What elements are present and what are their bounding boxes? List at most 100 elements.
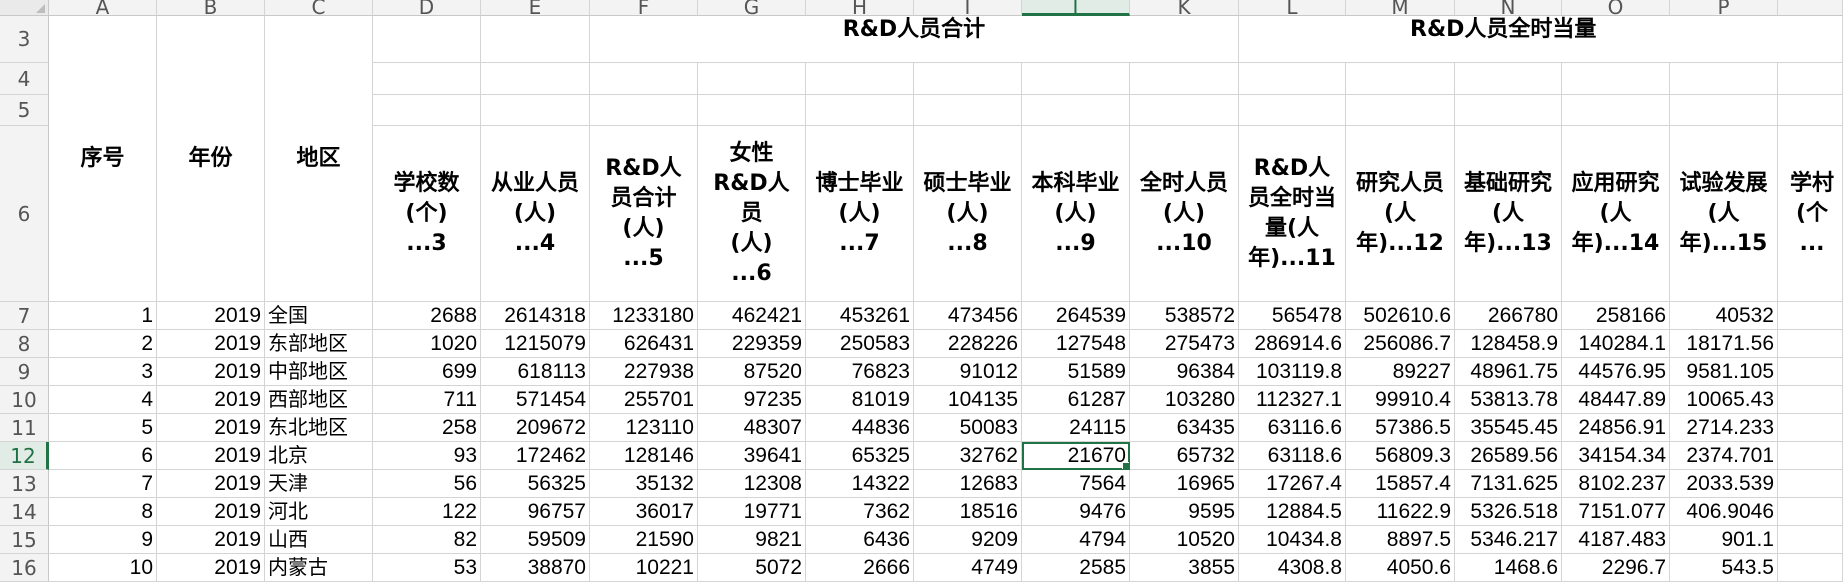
cell-e7[interactable]: 2614318 [481, 302, 590, 330]
cell-f7[interactable]: 1233180 [590, 302, 698, 330]
cell-c11[interactable]: 东北地区 [265, 414, 373, 442]
cell-c7[interactable]: 全国 [265, 302, 373, 330]
cell-k4[interactable] [1130, 63, 1239, 95]
column-header-b[interactable]: B [157, 0, 265, 16]
cell-q5[interactable] [1778, 95, 1843, 126]
cell-h11[interactable]: 44836 [806, 414, 914, 442]
cell-g9[interactable]: 87520 [698, 358, 806, 386]
cell-a11[interactable]: 5 [49, 414, 157, 442]
cell-g12[interactable]: 39641 [698, 442, 806, 470]
cell-c15[interactable]: 山西 [265, 526, 373, 554]
cell-p14[interactable]: 406.9046 [1670, 498, 1778, 526]
cell-m5[interactable] [1346, 95, 1455, 126]
cell-h16[interactable]: 2666 [806, 554, 914, 582]
cell-d5[interactable] [373, 95, 481, 126]
cell-f4[interactable] [590, 63, 698, 95]
cell-p7[interactable]: 40532 [1670, 302, 1778, 330]
cell-g8[interactable]: 229359 [698, 330, 806, 358]
cell-p15[interactable]: 901.1 [1670, 526, 1778, 554]
cell-q16[interactable] [1778, 554, 1843, 582]
cell-h15[interactable]: 6436 [806, 526, 914, 554]
cell-a15[interactable]: 9 [49, 526, 157, 554]
column-header-d[interactable]: D [373, 0, 481, 16]
cell-n15[interactable]: 5346.217 [1455, 526, 1562, 554]
cell-f9[interactable]: 227938 [590, 358, 698, 386]
cell-e11[interactable]: 209672 [481, 414, 590, 442]
cell-l10[interactable]: 112327.1 [1239, 386, 1346, 414]
cell-k7[interactable]: 538572 [1130, 302, 1239, 330]
cell-k5[interactable] [1130, 95, 1239, 126]
column-header-a[interactable]: A [49, 0, 157, 16]
column-header-m[interactable]: M [1346, 0, 1455, 16]
cell-j9[interactable]: 51589 [1022, 358, 1130, 386]
cell-i4[interactable] [914, 63, 1022, 95]
cell-n7[interactable]: 266780 [1455, 302, 1562, 330]
cell-k10[interactable]: 103280 [1130, 386, 1239, 414]
cell-j5[interactable] [1022, 95, 1130, 126]
column-header-k[interactable]: K [1130, 0, 1239, 16]
cell-h13[interactable]: 14322 [806, 470, 914, 498]
cell-i12[interactable]: 32762 [914, 442, 1022, 470]
cell-l8[interactable]: 286914.6 [1239, 330, 1346, 358]
cell-o16[interactable]: 2296.7 [1562, 554, 1670, 582]
cell-c10[interactable]: 西部地区 [265, 386, 373, 414]
cell-b7[interactable]: 2019 [157, 302, 265, 330]
row-header-9[interactable]: 9 [0, 358, 49, 386]
cell-o14[interactable]: 7151.077 [1562, 498, 1670, 526]
column-header-f[interactable]: F [590, 0, 698, 16]
cell-i13[interactable]: 12683 [914, 470, 1022, 498]
cell-i5[interactable] [914, 95, 1022, 126]
cell-e9[interactable]: 618113 [481, 358, 590, 386]
cell-n10[interactable]: 53813.78 [1455, 386, 1562, 414]
cell-d15[interactable]: 82 [373, 526, 481, 554]
cell-c12[interactable]: 北京 [265, 442, 373, 470]
row-header-4[interactable]: 4 [0, 63, 49, 95]
cell-h14[interactable]: 7362 [806, 498, 914, 526]
cell-k12[interactable]: 65732 [1130, 442, 1239, 470]
cell-n13[interactable]: 7131.625 [1455, 470, 1562, 498]
cell-b10[interactable]: 2019 [157, 386, 265, 414]
cell-l16[interactable]: 4308.8 [1239, 554, 1346, 582]
cell-p8[interactable]: 18171.56 [1670, 330, 1778, 358]
cell-b13[interactable]: 2019 [157, 470, 265, 498]
cell-i14[interactable]: 18516 [914, 498, 1022, 526]
cell-j15[interactable]: 4794 [1022, 526, 1130, 554]
cell-f16[interactable]: 10221 [590, 554, 698, 582]
cell-d16[interactable]: 53 [373, 554, 481, 582]
cell-m8[interactable]: 256086.7 [1346, 330, 1455, 358]
cell-e4[interactable] [481, 63, 590, 95]
cell-d11[interactable]: 258 [373, 414, 481, 442]
cell-h7[interactable]: 453261 [806, 302, 914, 330]
cell-p4[interactable] [1670, 63, 1778, 95]
cell-f13[interactable]: 35132 [590, 470, 698, 498]
cell-i7[interactable]: 473456 [914, 302, 1022, 330]
cell-m11[interactable]: 57386.5 [1346, 414, 1455, 442]
cell-n14[interactable]: 5326.518 [1455, 498, 1562, 526]
cell-i8[interactable]: 228226 [914, 330, 1022, 358]
cell-b9[interactable]: 2019 [157, 358, 265, 386]
spreadsheet-grid[interactable]: A B C D E F G H I J K L M N O P 3 4 5 6 7 8 9 10 11 12 13 14 15 16 序号年… [0, 0, 1843, 584]
cell-k16[interactable]: 3855 [1130, 554, 1239, 582]
cell-d13[interactable]: 56 [373, 470, 481, 498]
column-header-i[interactable]: I [914, 0, 1022, 16]
cell-c8[interactable]: 东部地区 [265, 330, 373, 358]
cell-h9[interactable]: 76823 [806, 358, 914, 386]
cell-g15[interactable]: 9821 [698, 526, 806, 554]
row-header-6[interactable]: 6 [0, 126, 49, 302]
cell-j14[interactable]: 9476 [1022, 498, 1130, 526]
cell-c13[interactable]: 天津 [265, 470, 373, 498]
cell-k8[interactable]: 275473 [1130, 330, 1239, 358]
select-all-corner[interactable] [0, 0, 49, 16]
column-header-j[interactable]: J [1022, 0, 1130, 16]
cell-o12[interactable]: 34154.34 [1562, 442, 1670, 470]
column-header-g[interactable]: G [698, 0, 806, 16]
cell-l7[interactable]: 565478 [1239, 302, 1346, 330]
cell-n11[interactable]: 35545.45 [1455, 414, 1562, 442]
cell-q14[interactable] [1778, 498, 1843, 526]
cell-l11[interactable]: 63116.6 [1239, 414, 1346, 442]
cell-h4[interactable] [806, 63, 914, 95]
cell-g4[interactable] [698, 63, 806, 95]
cell-p16[interactable]: 543.5 [1670, 554, 1778, 582]
cell-m10[interactable]: 99910.4 [1346, 386, 1455, 414]
cell-q11[interactable] [1778, 414, 1843, 442]
